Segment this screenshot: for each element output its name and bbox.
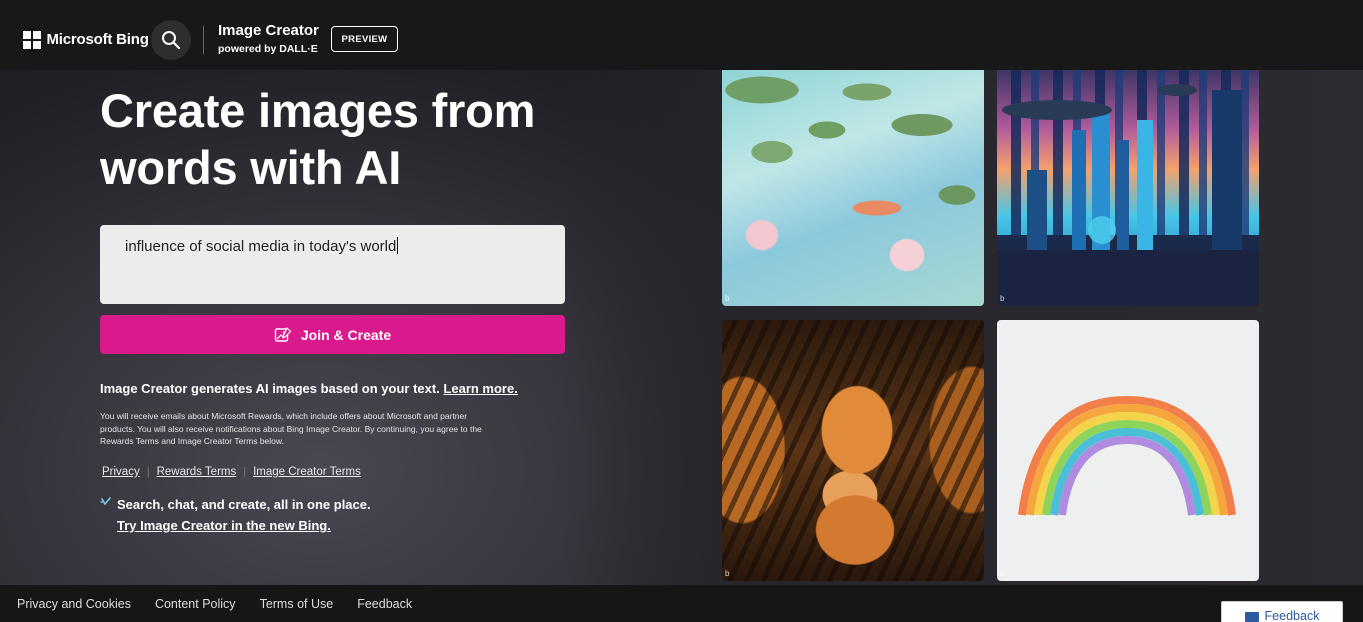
- footer-feedback-link[interactable]: Feedback: [357, 597, 412, 611]
- image-watermark: b: [725, 569, 730, 578]
- image-creator-brand[interactable]: Image Creator powered by DALL·E: [218, 22, 319, 55]
- prompt-input-value: influence of social media in today's wor…: [125, 238, 397, 255]
- image-create-icon: [274, 326, 292, 342]
- info-text: Image Creator generates AI images based …: [100, 381, 518, 396]
- image-creator-terms-link[interactable]: Image Creator Terms: [253, 466, 361, 478]
- learn-more-link[interactable]: Learn more.: [443, 381, 517, 396]
- tiger-dolls-image[interactable]: b: [722, 320, 984, 581]
- top-header: Microsoft Bing Image Creator powered by …: [0, 0, 1363, 70]
- join-and-create-button[interactable]: Join & Create: [100, 315, 565, 354]
- try-new-bing-link[interactable]: Try Image Creator in the new Bing.: [117, 518, 331, 533]
- link-separator: |: [146, 466, 150, 478]
- page: Microsoft Bing Image Creator powered by …: [0, 0, 1363, 622]
- city-illustration: [997, 84, 1259, 306]
- fine-print: You will receive emails about Microsoft …: [100, 411, 482, 446]
- brand-subtitle: powered by DALL·E: [218, 43, 318, 55]
- rainbow-illustration: [1018, 395, 1236, 516]
- rewards-terms-link[interactable]: Rewards Terms: [157, 466, 237, 478]
- footer-content-policy-link[interactable]: Content Policy: [155, 597, 236, 611]
- sparkle-icon: [100, 497, 111, 505]
- header-divider: [203, 26, 204, 54]
- promo-headline: Search, chat, and create, all in one pla…: [117, 497, 371, 512]
- feedback-button[interactable]: Feedback: [1221, 601, 1343, 622]
- info-main-text: Image Creator generates AI images based …: [100, 381, 440, 396]
- search-button[interactable]: [151, 20, 191, 60]
- footer-privacy-link[interactable]: Privacy and Cookies: [17, 597, 131, 611]
- footer-terms-link[interactable]: Terms of Use: [260, 597, 334, 611]
- preview-badge: PREVIEW: [331, 26, 398, 52]
- link-separator: |: [243, 466, 247, 478]
- paper-rainbow-image[interactable]: b: [997, 320, 1259, 581]
- feedback-icon: [1244, 612, 1259, 622]
- microsoft-bing-logo[interactable]: Microsoft Bing: [23, 31, 149, 49]
- search-icon: [162, 31, 181, 50]
- page-title: Create images from words with AI: [100, 84, 536, 194]
- windows-logo-icon: [23, 31, 41, 49]
- feedback-button-label: Feedback: [1264, 609, 1320, 622]
- brand-title: Image Creator: [218, 22, 319, 39]
- koi-pond-image[interactable]: b: [722, 70, 984, 306]
- page-footer: Privacy and Cookies Content Policy Terms…: [0, 585, 1363, 622]
- prompt-input[interactable]: influence of social media in today's wor…: [100, 225, 565, 304]
- join-and-create-label: Join & Create: [300, 326, 392, 343]
- futuristic-city-image[interactable]: b: [997, 70, 1259, 306]
- image-watermark: b: [725, 294, 730, 303]
- image-watermark: b: [1000, 294, 1005, 303]
- privacy-link[interactable]: Privacy: [102, 466, 140, 478]
- image-watermark: b: [1000, 569, 1005, 578]
- logo-text: Microsoft Bing: [46, 31, 149, 49]
- terms-links: Privacy | Rewards Terms | Image Creator …: [102, 466, 361, 478]
